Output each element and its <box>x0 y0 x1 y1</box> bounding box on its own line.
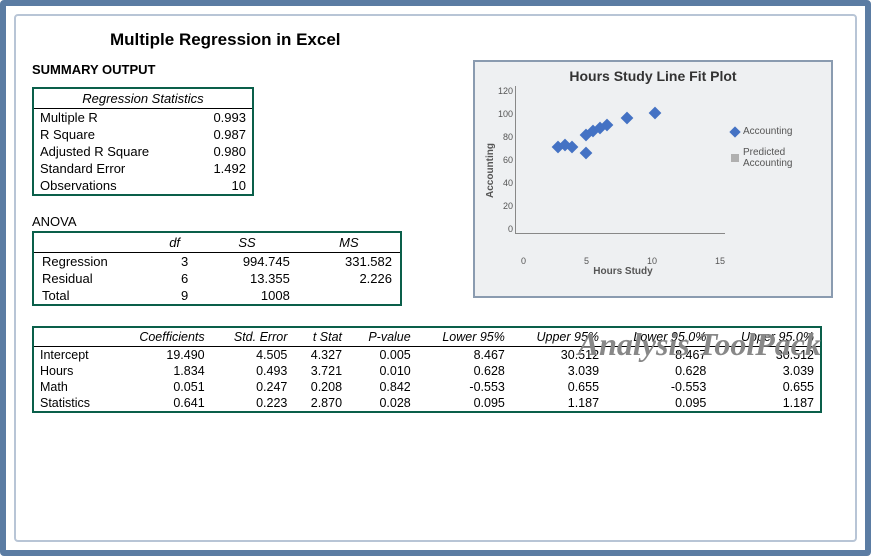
chart-title: Hours Study Line Fit Plot <box>485 68 821 84</box>
legend-item: Predicted Accounting <box>731 147 821 169</box>
y-axis-label: Accounting <box>485 86 496 256</box>
outer-frame: Multiple Regression in Excel SUMMARY OUT… <box>0 0 871 556</box>
table-row: Observations10 <box>33 177 253 195</box>
reg-stats-header: Regression Statistics <box>33 88 253 109</box>
chart-panel: Hours Study Line Fit Plot Accounting 120… <box>473 60 833 298</box>
table-row: Standard Error1.492 <box>33 160 253 177</box>
data-point <box>579 147 592 160</box>
square-icon <box>731 154 739 162</box>
plot-area <box>515 86 725 234</box>
chart-legend: Accounting Predicted Accounting <box>731 86 821 256</box>
table-row: Total91008 <box>33 287 401 305</box>
analysis-toolpack-label: Analysis ToolPack <box>578 326 821 363</box>
x-ticks: 0 5 10 15 <box>521 256 725 266</box>
table-row: Regression3994.745331.582 <box>33 253 401 271</box>
page-title: Multiple Regression in Excel <box>110 30 839 50</box>
anova-table: df SS MS Regression3994.745331.582 Resid… <box>32 231 402 306</box>
table-row: Math0.0510.2470.2080.842-0.5530.655-0.55… <box>33 379 821 395</box>
table-row: R Square0.987 <box>33 126 253 143</box>
diamond-icon <box>729 126 740 137</box>
table-row: Residual613.3552.226 <box>33 270 401 287</box>
table-row: Hours1.8340.4933.7210.0100.6283.0390.628… <box>33 363 821 379</box>
regression-statistics-table: Regression Statistics Multiple R0.993 R … <box>32 87 254 196</box>
data-point <box>649 107 662 120</box>
inner-frame: Multiple Regression in Excel SUMMARY OUT… <box>14 14 857 542</box>
y-ticks: 120 100 80 60 40 20 0 <box>496 86 515 234</box>
x-axis-label: Hours Study <box>425 266 821 277</box>
table-row: Multiple R0.993 <box>33 109 253 127</box>
table-row: Adjusted R Square0.980 <box>33 143 253 160</box>
data-point <box>621 111 634 124</box>
table-row: Statistics0.6410.2232.8700.0280.0951.187… <box>33 395 821 412</box>
legend-item: Accounting <box>731 126 821 137</box>
